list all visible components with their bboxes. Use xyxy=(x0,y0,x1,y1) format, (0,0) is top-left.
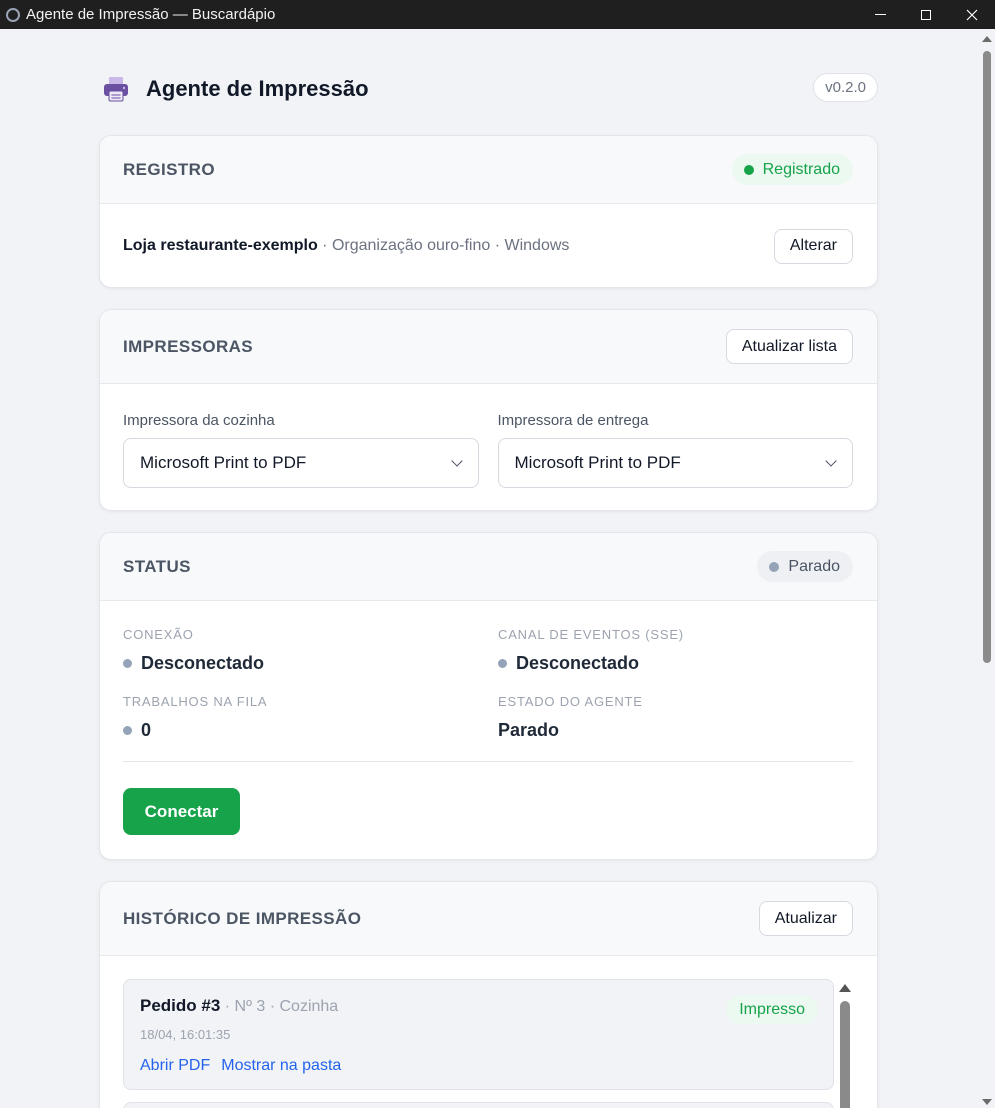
registered-status-label: Registrado xyxy=(762,160,840,178)
history-scrollbar-thumb[interactable] xyxy=(840,1001,850,1108)
registro-body: Loja restaurante-exemplo · Organização o… xyxy=(100,204,877,287)
status-dot-icon xyxy=(498,658,507,668)
connect-button[interactable]: Conectar xyxy=(123,788,240,835)
maximize-button[interactable] xyxy=(903,0,949,29)
events-value: Desconectado xyxy=(516,652,640,673)
minimize-button[interactable] xyxy=(857,0,903,29)
kitchen-printer-value: Microsoft Print to PDF xyxy=(140,453,307,472)
kitchen-printer-label: Impressora da cozinha xyxy=(123,412,275,429)
kitchen-printer-select[interactable]: Microsoft Print to PDF xyxy=(123,438,479,488)
close-icon xyxy=(966,9,978,20)
queue-label: TRABALHOS NA FILA xyxy=(123,694,268,709)
connection-stat: CONEXÃO Desconectado xyxy=(123,627,498,674)
version-badge: v0.2.0 xyxy=(813,73,878,102)
minimize-icon xyxy=(874,14,886,15)
status-body: CONEXÃO Desconectado CANAL DE EVENTOS (S… xyxy=(100,601,877,859)
refresh-printers-button[interactable]: Atualizar lista xyxy=(725,329,853,364)
chevron-down-icon xyxy=(450,455,463,467)
window-titlebar: Agente de Impressão — Buscardápio xyxy=(0,0,995,29)
historico-card-header: HISTÓRICO DE IMPRESSÃO Atualizar xyxy=(100,882,877,956)
registro-card: REGISTRO Registrado Loja restaurante-exe… xyxy=(99,135,878,288)
impressoras-card-header: IMPRESSORAS Atualizar lista xyxy=(100,310,877,384)
scroll-down-arrow-icon[interactable] xyxy=(982,1099,992,1105)
connection-value-row: Desconectado xyxy=(123,652,498,674)
events-value-row: Desconectado xyxy=(498,652,854,674)
status-title: STATUS xyxy=(123,556,191,576)
connection-value: Desconectado xyxy=(141,652,265,673)
history-list: Pedido #3 · Nº 3 · Cozinha 18/04, 16:01:… xyxy=(100,956,877,1108)
historico-title: HISTÓRICO DE IMPRESSÃO xyxy=(123,908,362,928)
status-card: STATUS Parado CONEXÃO Desconectado CANAL… xyxy=(99,532,878,860)
status-dot-icon xyxy=(769,561,780,572)
historico-card: HISTÓRICO DE IMPRESSÃO Atualizar Pedido … xyxy=(99,881,878,1108)
registro-card-header: REGISTRO Registrado xyxy=(100,136,877,204)
agent-status-label: Parado xyxy=(788,557,840,575)
printer-icon xyxy=(101,74,131,104)
status-dot-icon xyxy=(123,658,132,668)
registro-title: REGISTRO xyxy=(123,159,215,179)
queue-value-row: 0 xyxy=(123,719,498,741)
delivery-printer-field: Impressora de entrega Microsoft Print to… xyxy=(497,412,853,510)
status-dot-icon xyxy=(743,164,754,175)
delivery-printer-label: Impressora de entrega xyxy=(497,412,649,429)
agent-state-value: Parado xyxy=(498,719,560,740)
alterar-button[interactable]: Alterar xyxy=(773,228,853,264)
window-controls xyxy=(857,0,995,29)
scroll-up-arrow-icon[interactable] xyxy=(982,36,992,42)
page-title: Agente de Impressão xyxy=(146,76,369,101)
list-item xyxy=(123,1102,834,1108)
job-title: Pedido #3 xyxy=(140,996,221,1015)
store-meta: · Organização ouro-fino · Windows xyxy=(317,237,570,254)
chevron-down-icon xyxy=(825,455,837,467)
impressoras-title: IMPRESSORAS xyxy=(123,336,254,356)
job-meta: · Nº 3 · Cozinha xyxy=(220,998,339,1015)
show-in-folder-link[interactable]: Mostrar na pasta xyxy=(221,1057,341,1075)
store-name: Loja restaurante-exemplo xyxy=(123,237,318,254)
scrollbar-thumb[interactable] xyxy=(983,51,991,663)
impressoras-card: IMPRESSORAS Atualizar lista Impressora d… xyxy=(99,309,878,511)
agent-state-label: ESTADO DO AGENTE xyxy=(498,694,643,709)
list-item: Pedido #3 · Nº 3 · Cozinha 18/04, 16:01:… xyxy=(123,979,834,1090)
store-info: Loja restaurante-exemplo · Organização o… xyxy=(123,237,569,255)
job-actions: Abrir PDF Mostrar na pasta xyxy=(140,1057,817,1075)
agent-state-stat: ESTADO DO AGENTE Parado xyxy=(498,694,854,741)
window-title: Agente de Impressão — Buscardápio xyxy=(26,6,276,23)
registered-status-badge: Registrado xyxy=(731,154,853,185)
job-timestamp: 18/04, 16:01:35 xyxy=(140,1027,231,1042)
close-button[interactable] xyxy=(949,0,995,29)
status-dot-icon xyxy=(123,725,132,735)
delivery-printer-value: Microsoft Print to PDF xyxy=(514,453,681,472)
kitchen-printer-field: Impressora da cozinha Microsoft Print to… xyxy=(123,412,479,510)
connection-label: CONEXÃO xyxy=(123,627,194,642)
queue-stat: TRABALHOS NA FILA 0 xyxy=(123,694,498,741)
job-status-badge: Impresso xyxy=(726,995,818,1024)
open-pdf-link[interactable]: Abrir PDF xyxy=(140,1057,210,1075)
scroll-up-arrow-icon[interactable] xyxy=(839,984,851,992)
agent-state-value-row: Parado xyxy=(498,719,854,741)
app-icon xyxy=(6,7,20,22)
printers-body: Impressora da cozinha Microsoft Print to… xyxy=(100,384,877,510)
page-header: Agente de Impressão v0.2.0 xyxy=(99,72,878,106)
delivery-printer-select[interactable]: Microsoft Print to PDF xyxy=(497,438,853,488)
status-grid: CONEXÃO Desconectado CANAL DE EVENTOS (S… xyxy=(123,627,853,741)
queue-value: 0 xyxy=(141,719,152,740)
job-title-line: Pedido #3 · Nº 3 · Cozinha xyxy=(140,996,817,1016)
events-stat: CANAL DE EVENTOS (SSE) Desconectado xyxy=(498,627,854,674)
events-label: CANAL DE EVENTOS (SSE) xyxy=(498,627,684,642)
window-scrollbar[interactable] xyxy=(979,29,995,1108)
agent-status-badge: Parado xyxy=(757,551,853,582)
history-scrollbar[interactable] xyxy=(838,984,852,1108)
status-divider xyxy=(123,761,853,762)
maximize-icon xyxy=(921,9,931,20)
status-card-header: STATUS Parado xyxy=(100,533,877,601)
refresh-history-button[interactable]: Atualizar xyxy=(758,901,853,936)
